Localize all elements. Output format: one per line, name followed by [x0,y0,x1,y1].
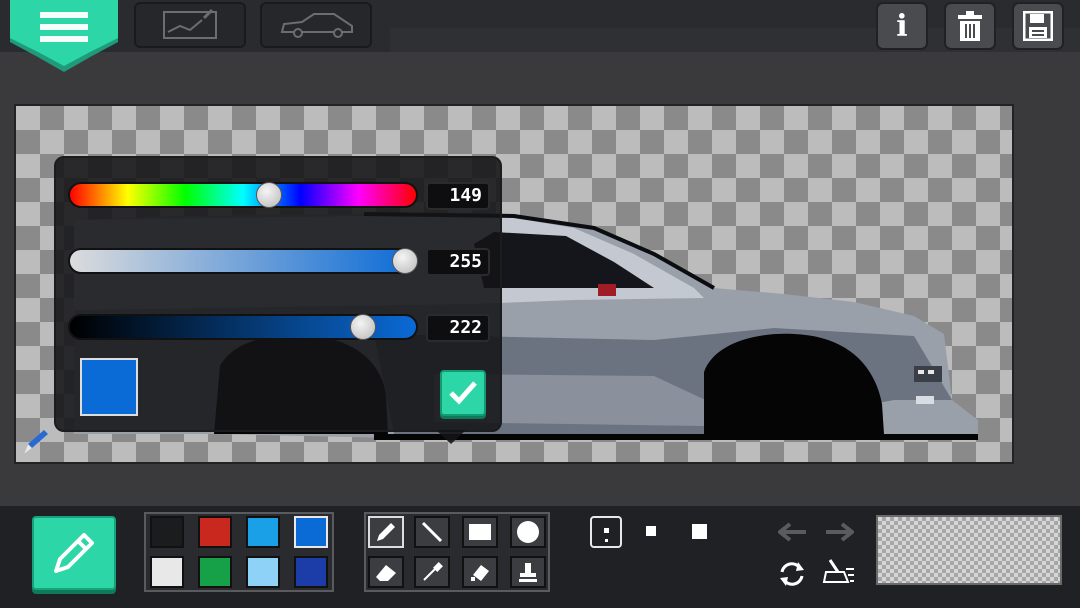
pencil-icon [377,523,395,541]
circle-icon [517,521,539,543]
palette-swatch-7[interactable] [246,556,280,588]
picker-pointer [436,430,466,444]
brightness-slider-knob[interactable] [349,314,376,340]
brightness-value[interactable]: 222 [426,314,490,342]
palette-swatch-2[interactable] [198,516,232,548]
brush-size-3[interactable] [692,524,710,542]
palette-swatch-6[interactable] [198,556,232,588]
palette-swatch-3[interactable] [246,516,280,548]
info-icon: i [896,8,908,44]
fill-bucket-icon [471,565,489,581]
eraser-icon [376,565,396,581]
save-button[interactable] [1012,2,1064,50]
stamp-icon [519,563,537,582]
hue-slider-knob[interactable] [255,182,282,208]
palette-swatch-4-selected[interactable] [294,516,328,548]
menu-button[interactable] [6,0,122,74]
brush-size-2[interactable] [646,526,660,540]
car-outline-icon [280,13,353,38]
tool-eyedropper[interactable] [414,556,450,588]
brush-size-1[interactable] [590,516,622,548]
palette-swatch-1[interactable] [150,516,184,548]
tool-eraser[interactable] [368,556,404,588]
tool-stamp[interactable] [510,556,546,588]
redo-arrow-icon[interactable] [824,522,854,544]
saturation-slider[interactable] [68,248,418,274]
info-button[interactable]: i [876,2,928,50]
saturation-value[interactable]: 255 [426,248,490,276]
canvas-minimap-preview[interactable] [876,515,1062,585]
tool-pencil[interactable] [368,516,404,548]
brush-size-3-dot [692,524,707,539]
trash-icon [958,11,982,41]
brush-size-2-dot [646,526,656,536]
tool-fill[interactable] [462,556,498,588]
hue-value[interactable]: 149 [426,182,490,210]
drawing-sketch-icon [163,8,217,39]
canvas-pencil-cursor-icon [24,430,48,454]
tab-sketch[interactable] [134,2,246,48]
pencil-icon [54,533,94,573]
tool-circle[interactable] [510,516,546,548]
tab-car[interactable] [260,2,372,48]
save-disk-icon [1023,11,1053,41]
eyedropper-icon [423,562,443,581]
delete-button[interactable] [944,2,996,50]
tool-line[interactable] [414,516,450,548]
tool-rectangle[interactable] [462,516,498,548]
rectangle-icon [469,524,491,540]
saturation-slider-knob[interactable] [392,248,418,274]
rotate-icon[interactable] [778,560,806,588]
undo-arrow-icon[interactable] [778,522,808,544]
color-preview-swatch [80,358,138,416]
current-tool-button[interactable] [32,516,116,590]
sweep-clear-icon[interactable] [822,558,856,586]
confirm-color-button[interactable] [440,370,486,416]
checkmark-icon [449,381,477,405]
hamburger-menu-icon [40,12,88,42]
canvas-side-margin [1014,104,1080,464]
palette-swatch-5[interactable] [150,556,184,588]
brush-selected-marker [605,539,608,542]
hue-slider[interactable] [68,182,418,208]
line-icon [421,521,443,543]
palette-swatch-8[interactable] [294,556,328,588]
brush-size-1-dot [604,528,609,533]
